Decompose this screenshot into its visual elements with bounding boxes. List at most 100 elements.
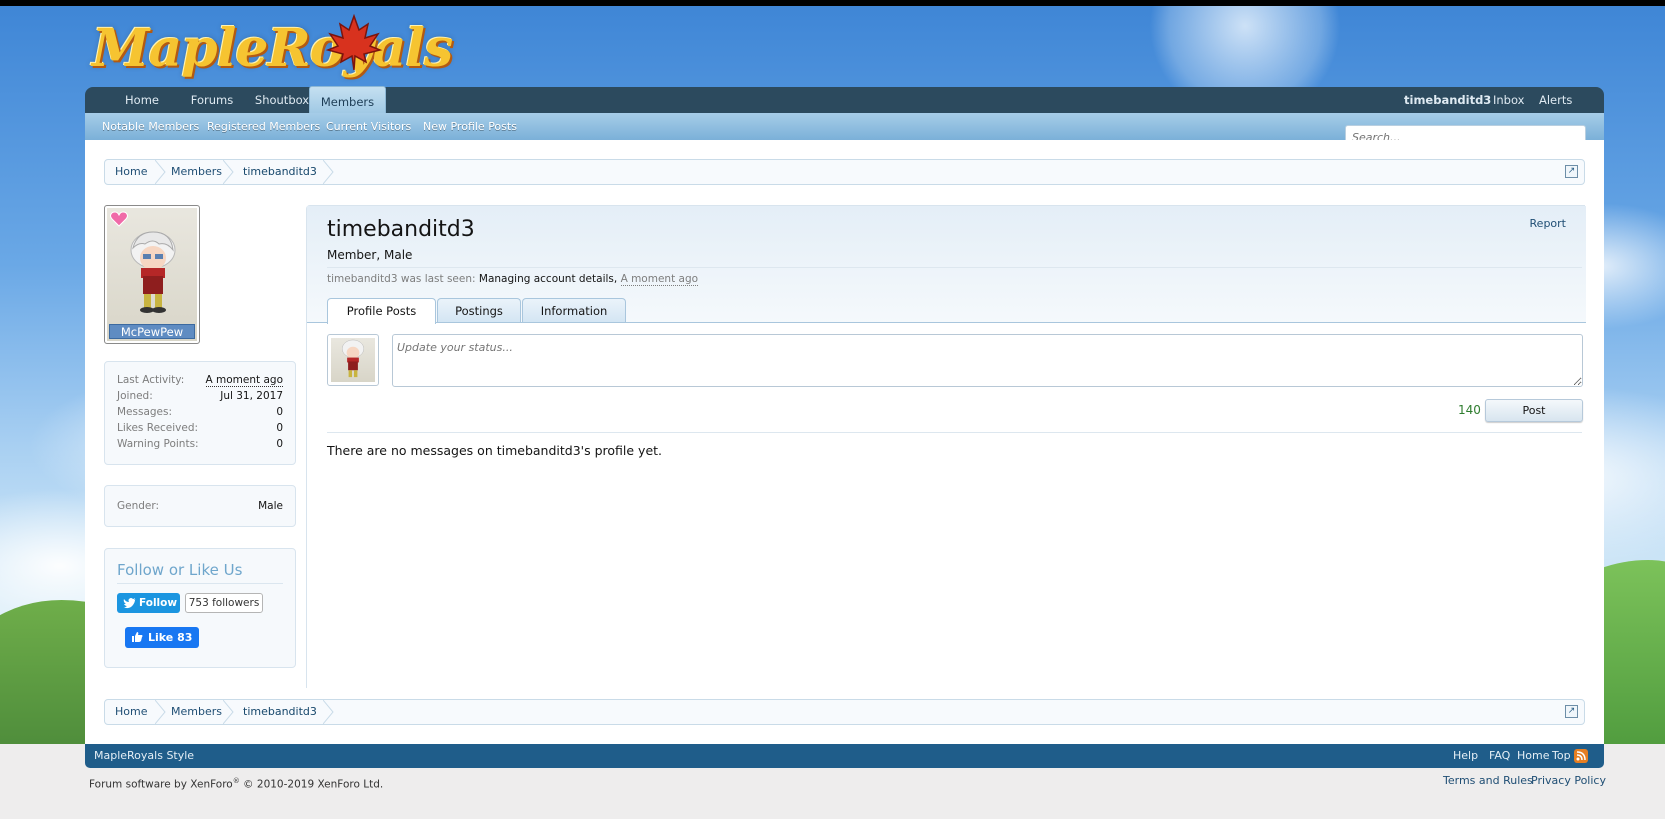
divider [327, 267, 1582, 268]
last-seen-line: timebanditd3 was last seen: Managing acc… [327, 273, 699, 286]
terms-link[interactable]: Terms and Rules [1443, 774, 1533, 787]
no-messages-text: There are no messages on timebanditd3's … [327, 443, 663, 458]
twitter-follow-label: Follow [139, 597, 178, 609]
footer-help-link[interactable]: Help [1453, 744, 1478, 768]
stat-label: Gender: [117, 500, 160, 512]
rss-icon[interactable] [1574, 749, 1588, 763]
post-button[interactable]: Post [1485, 399, 1583, 422]
logo-text: MapleRoyals [92, 18, 453, 79]
breadcrumb-members[interactable]: Members [171, 700, 222, 724]
legal-prefix[interactable]: Forum software by XenForo [89, 779, 233, 791]
breadcrumb-separator-icon [155, 160, 166, 184]
nav-tab-home[interactable]: Home [107, 87, 177, 113]
breadcrumb-separator-icon [223, 160, 234, 184]
facebook-like-button[interactable]: Like 83 [125, 627, 199, 648]
status-update-input[interactable] [392, 334, 1583, 387]
footer-faq-link[interactable]: FAQ [1489, 744, 1510, 768]
nav-tab-forums[interactable]: Forums [177, 87, 247, 113]
breadcrumb-top: Home Members timebanditd3 ↗ [104, 159, 1585, 185]
main-navigation: Home Forums Shoutbox Members timebanditd… [85, 86, 1604, 114]
stat-value[interactable]: 0 [276, 406, 283, 418]
facebook-like-label: Like 83 [148, 631, 193, 644]
stat-joined: Joined: Jul 31, 2017 [117, 390, 283, 405]
stat-value: 0 [276, 422, 283, 434]
character-sprite [130, 231, 176, 313]
breadcrumb-members[interactable]: Members [171, 160, 222, 184]
profile-main: timebanditd3 Member, Male Report timeban… [306, 205, 1586, 688]
heart-icon [110, 211, 128, 227]
footer-bar: MapleRoyals Style Help FAQ Home Top [85, 744, 1604, 768]
follow-title: Follow or Like Us [117, 561, 243, 579]
stat-likes-received: Likes Received: 0 [117, 422, 283, 437]
tab-profile-posts[interactable]: Profile Posts [327, 298, 436, 324]
breadcrumb-bottom: Home Members timebanditd3 ↗ [104, 699, 1585, 725]
rss-glyph [1576, 751, 1586, 761]
jump-to-icon[interactable]: ↗ [1565, 705, 1578, 718]
member-stats-box: Last Activity: A moment ago Joined: Jul … [104, 361, 296, 465]
privacy-link[interactable]: Privacy Policy [1531, 774, 1606, 787]
stat-label: Messages: [117, 406, 173, 418]
tab-information[interactable]: Information [522, 298, 626, 323]
breadcrumb-separator-icon [323, 160, 334, 184]
tabs-baseline [307, 322, 1586, 323]
registered-mark: ® [232, 777, 240, 785]
subnav-new-profile-posts[interactable]: New Profile Posts [423, 113, 517, 140]
stat-label: Joined: [117, 390, 153, 402]
profile-header: timebanditd3 Member, Male Report timeban… [307, 206, 1586, 324]
style-chooser-link[interactable]: MapleRoyals Style [94, 744, 194, 768]
twitter-follower-count[interactable]: 753 followers [185, 593, 263, 613]
stat-gender: Gender: Male [117, 500, 283, 515]
profile-user-title: Member, Male [327, 248, 413, 262]
subnav-current-visitors[interactable]: Current Visitors [326, 113, 411, 140]
legal-text: Forum software by XenForo® © 2010-2019 X… [89, 777, 383, 791]
profile-username: timebanditd3 [327, 217, 475, 242]
status-avatar[interactable] [327, 334, 379, 386]
breadcrumb-current[interactable]: timebanditd3 [243, 160, 317, 184]
twitter-follow-button[interactable]: Follow [117, 593, 180, 613]
avatar-name-tag: McPewPew [109, 324, 195, 339]
legal-suffix: © 2010-2019 XenForo Ltd. [239, 778, 384, 791]
last-seen-label: timebanditd3 was last seen: [327, 273, 476, 285]
character-counter: 140 [1458, 403, 1481, 417]
stat-label: Last Activity: [117, 374, 185, 386]
breadcrumb-current[interactable]: timebanditd3 [243, 700, 317, 724]
maple-leaf-icon [325, 13, 383, 71]
divider [117, 583, 283, 584]
avatar-thumbnail [331, 338, 375, 382]
footer-home-link[interactable]: Home [1517, 744, 1549, 768]
site-logo[interactable]: MapleRoyals [92, 13, 453, 88]
stat-last-activity: Last Activity: A moment ago [117, 374, 283, 389]
member-gender-box: Gender: Male [104, 485, 296, 527]
breadcrumb-home[interactable]: Home [115, 160, 147, 184]
nav-tab-members[interactable]: Members [309, 86, 386, 114]
nav-inbox-link[interactable]: Inbox [1493, 87, 1524, 113]
stat-value: 0 [276, 438, 283, 450]
report-link[interactable]: Report [1530, 217, 1566, 230]
follow-box: Follow or Like Us Follow 753 followers L… [104, 548, 296, 668]
jump-to-icon[interactable]: ↗ [1565, 165, 1578, 178]
stat-label: Likes Received: [117, 422, 199, 434]
footer-top-link[interactable]: Top [1552, 744, 1571, 768]
last-seen-activity: Managing account details, [478, 273, 618, 285]
last-seen-time: A moment ago [620, 273, 699, 286]
breadcrumb-separator-icon [323, 700, 334, 724]
stat-warning-points: Warning Points: 0 [117, 438, 283, 453]
character-sprite [342, 339, 364, 378]
nav-alerts-link[interactable]: Alerts [1539, 87, 1572, 113]
stat-messages: Messages: 0 [117, 406, 283, 421]
subnav-registered-members[interactable]: Registered Members [207, 113, 320, 140]
profile-avatar[interactable]: McPewPew [104, 205, 200, 344]
breadcrumb-separator-icon [155, 700, 166, 724]
tab-postings[interactable]: Postings [437, 298, 521, 323]
nav-tab-shoutbox[interactable]: Shoutbox [247, 87, 317, 113]
breadcrumb-separator-icon [223, 700, 234, 724]
nav-username-link[interactable]: timebanditd3 [1404, 87, 1491, 113]
divider [327, 432, 1582, 433]
stat-value: A moment ago [205, 374, 283, 387]
stat-value: Male [258, 500, 283, 512]
subnav-notable-members[interactable]: Notable Members [102, 113, 199, 140]
stat-label: Warning Points: [117, 438, 199, 450]
breadcrumb-home[interactable]: Home [115, 700, 147, 724]
thumbs-up-icon [132, 632, 143, 642]
stat-value: Jul 31, 2017 [220, 390, 283, 402]
